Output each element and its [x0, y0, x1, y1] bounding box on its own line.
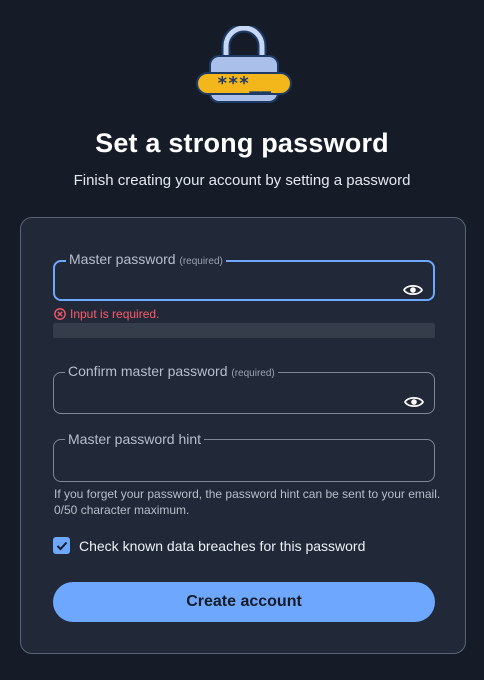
eye-icon[interactable]	[403, 283, 423, 297]
error-text: Input is required.	[70, 307, 160, 321]
master-password-field[interactable]: Master password (required)	[53, 252, 435, 301]
password-hint-field[interactable]: Master password hint	[53, 432, 435, 482]
checkmark-icon	[56, 541, 67, 550]
page-subtitle: Finish creating your account by setting …	[73, 172, 411, 189]
page-title: Set a strong password	[95, 128, 389, 158]
create-account-button[interactable]: Create account	[53, 582, 435, 622]
confirm-password-label: Confirm master password (required)	[68, 363, 275, 379]
confirm-password-field[interactable]: Confirm master password (required)	[53, 364, 435, 414]
error-icon	[54, 308, 66, 320]
password-strength-meter	[53, 323, 435, 338]
breach-check-row[interactable]: Check known data breaches for this passw…	[53, 537, 365, 554]
master-password-error: Input is required.	[54, 307, 159, 321]
password-hint-label: Master password hint	[68, 431, 202, 447]
password-hint-help: If you forget your password, the passwor…	[54, 487, 441, 517]
padlock-password-icon: ***__	[196, 26, 292, 103]
required-tag: (required)	[179, 256, 223, 267]
password-form-card: Master password (required) Input is requ…	[20, 217, 466, 654]
required-tag: (required)	[231, 368, 275, 379]
master-password-label: Master password (required)	[69, 251, 223, 267]
breach-check-label: Check known data breaches for this passw…	[79, 537, 366, 554]
eye-icon[interactable]	[404, 395, 424, 409]
logo-text: ***__	[217, 73, 271, 94]
breach-checkbox[interactable]	[53, 537, 70, 554]
